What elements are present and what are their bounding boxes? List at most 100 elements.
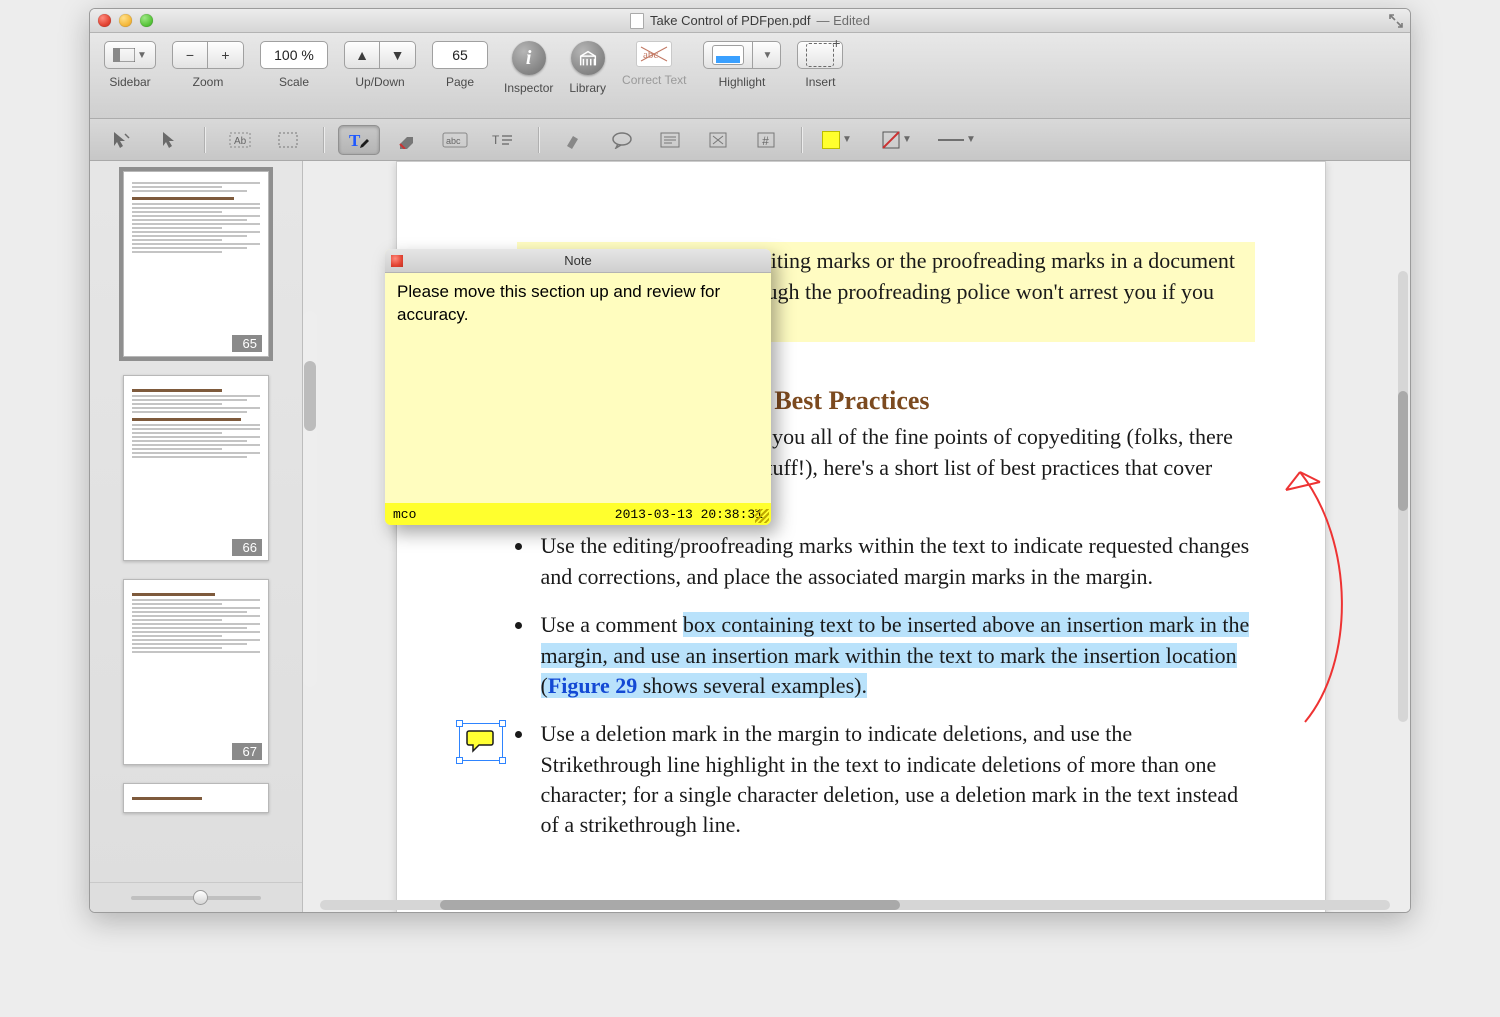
bullet-list: Use the editing/proofreading marks withi… xyxy=(535,531,1255,840)
correct-text-button[interactable]: abc xyxy=(636,41,672,67)
svg-text:abc: abc xyxy=(446,136,461,146)
chevron-down-icon: ▼ xyxy=(763,50,773,61)
note-titlebar[interactable]: Note xyxy=(385,249,771,273)
slider-knob[interactable] xyxy=(193,890,208,905)
scrollbar-thumb[interactable] xyxy=(440,900,900,910)
horizontal-scrollbar[interactable] xyxy=(320,900,1390,910)
titlebar: Take Control of PDFpen.pdf — Edited xyxy=(90,9,1410,33)
highlighter-tool[interactable] xyxy=(553,125,595,155)
comment-marker[interactable] xyxy=(463,727,499,757)
library-label: Library xyxy=(569,81,606,95)
page-down-button[interactable]: ▼ xyxy=(380,41,416,69)
insert-button[interactable] xyxy=(797,41,843,69)
resize-handle[interactable] xyxy=(499,720,506,727)
eraser-icon xyxy=(396,131,418,149)
select-tool[interactable] xyxy=(148,125,190,155)
thumbnail-page[interactable]: 65 xyxy=(123,171,269,357)
sidebar-toggle-button[interactable]: ▼ xyxy=(104,41,156,69)
edited-indicator: — Edited xyxy=(816,13,869,28)
zoom-in-button[interactable]: + xyxy=(208,41,244,69)
zoom-control: − + xyxy=(172,41,244,69)
page-up-button[interactable]: ▲ xyxy=(344,41,380,69)
zoom-out-button[interactable]: − xyxy=(172,41,208,69)
library-icon xyxy=(577,47,599,69)
ocr-tool[interactable]: abc xyxy=(434,125,476,155)
inspector-button[interactable]: i xyxy=(512,41,546,75)
note-timestamp: 2013-03-13 20:38:31 xyxy=(615,507,763,522)
hash-icon: # xyxy=(756,131,776,149)
text-align-tool[interactable]: T xyxy=(482,125,524,155)
edit-select-tool[interactable] xyxy=(100,125,142,155)
document-proxy-icon[interactable] xyxy=(630,13,644,29)
eraser-tool[interactable] xyxy=(386,125,428,155)
updown-label: Up/Down xyxy=(355,75,404,89)
app-window: Take Control of PDFpen.pdf — Edited ▼ Si… xyxy=(89,8,1411,913)
highlight-control: ▼ xyxy=(703,41,782,69)
highlight-icon xyxy=(712,45,744,65)
fullscreen-button[interactable] xyxy=(1388,13,1404,29)
marquee-icon xyxy=(278,132,298,148)
fill-swatch-icon xyxy=(822,131,840,149)
chevron-down-icon: ▼ xyxy=(966,134,976,145)
insert-label: Insert xyxy=(805,75,835,89)
zoom-label: Zoom xyxy=(193,75,224,89)
library-button[interactable] xyxy=(571,41,605,75)
insert-icon xyxy=(806,43,834,67)
page-label: Page xyxy=(446,75,474,89)
list-item: Use a comment box containing text to be … xyxy=(535,610,1255,701)
select-rect-tool[interactable] xyxy=(267,125,309,155)
note-lines-icon xyxy=(660,132,680,148)
scale-label: Scale xyxy=(279,75,309,89)
chevron-down-icon: ▼ xyxy=(902,134,912,145)
text-tool-icon: T xyxy=(348,130,370,150)
figure-link[interactable]: Figure 29 xyxy=(548,673,637,698)
fill-color-picker[interactable]: ▼ xyxy=(816,125,858,155)
highlight-button[interactable] xyxy=(703,41,753,69)
highlight-menu-button[interactable]: ▼ xyxy=(753,41,782,69)
divider xyxy=(204,127,205,153)
divider xyxy=(801,127,802,153)
thumbnail-page[interactable]: 67 xyxy=(123,579,269,765)
marker-icon xyxy=(564,131,584,149)
page-number-tool[interactable]: # xyxy=(745,125,787,155)
viewport-left-scrollbar[interactable] xyxy=(303,311,317,687)
note-resize-grip[interactable] xyxy=(755,509,769,523)
speech-bubble-icon xyxy=(611,131,633,149)
speech-bubble-icon xyxy=(466,728,496,754)
page-updown-control: ▲ ▼ xyxy=(344,41,416,69)
vertical-scrollbar[interactable] xyxy=(1398,271,1408,722)
chevron-down-icon: ▼ xyxy=(137,50,147,61)
stroke-color-picker[interactable]: ▼ xyxy=(876,125,918,155)
page-number-input[interactable] xyxy=(432,41,488,69)
note-body[interactable]: Please move this section up and review f… xyxy=(385,273,771,503)
resize-handle[interactable] xyxy=(499,757,506,764)
scrollbar-thumb[interactable] xyxy=(304,361,316,431)
list-item: Use the editing/proofreading marks withi… xyxy=(535,531,1255,592)
cursor-icon xyxy=(161,131,177,149)
cursor-edit-icon xyxy=(111,130,131,150)
thumbnail-sidebar: 65 66 67 xyxy=(90,161,303,912)
comment-tool[interactable] xyxy=(601,125,643,155)
stroke-swatch-icon xyxy=(882,131,900,149)
thumbnail-page[interactable] xyxy=(123,783,269,813)
resize-handle[interactable] xyxy=(456,757,463,764)
inspector-label: Inspector xyxy=(504,81,553,95)
line-weight-picker[interactable]: ▼ xyxy=(936,125,978,155)
thumbnail-list[interactable]: 65 66 67 xyxy=(90,161,302,882)
scale-input[interactable] xyxy=(260,41,328,69)
note-tool[interactable] xyxy=(649,125,691,155)
stamp-tool[interactable] xyxy=(697,125,739,155)
thumbnail-page[interactable]: 66 xyxy=(123,375,269,561)
info-icon: i xyxy=(526,47,532,70)
text-tool[interactable]: T xyxy=(338,125,380,155)
resize-handle[interactable] xyxy=(456,720,463,727)
thumbnail-size-slider[interactable] xyxy=(90,882,302,912)
text-select-icon: Ab xyxy=(229,132,251,148)
highlight-label: Highlight xyxy=(719,75,766,89)
select-text-tool[interactable]: Ab xyxy=(219,125,261,155)
slider-track xyxy=(131,896,261,900)
note-close-button[interactable] xyxy=(391,255,403,267)
scrollbar-thumb[interactable] xyxy=(1398,391,1408,511)
main-toolbar: ▼ Sidebar − + Zoom Scale ▲ ▼ Up/Down xyxy=(90,33,1410,119)
note-popup[interactable]: Note Please move this section up and rev… xyxy=(385,249,771,525)
